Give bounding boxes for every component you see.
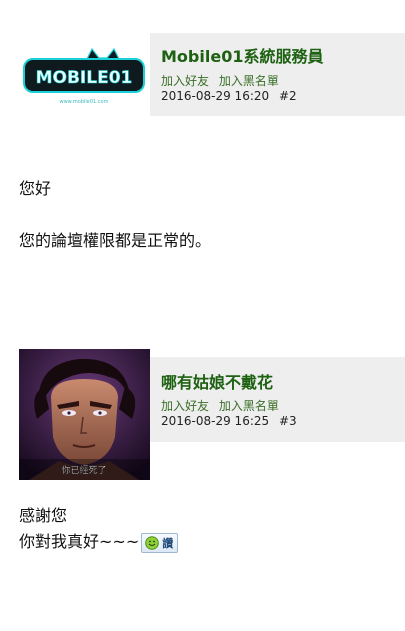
post-datetime: 2016-08-29 16:20: [161, 89, 270, 103]
svg-text:MOBILE01: MOBILE01: [36, 68, 133, 88]
add-blacklist-link[interactable]: 加入黑名單: [219, 74, 279, 88]
post-text-line: 感謝您: [19, 506, 68, 525]
add-blacklist-link[interactable]: 加入黑名單: [219, 399, 279, 413]
avatar-caption: 你已經死了: [61, 464, 106, 476]
username[interactable]: Mobile01系統服務員: [161, 43, 323, 67]
add-friend-link[interactable]: 加入好友: [161, 74, 209, 88]
avatar[interactable]: 你已經死了: [19, 349, 150, 480]
avatar[interactable]: MOBILE01 www.mobile01.com: [19, 33, 150, 116]
post-body: 您好 您的論壇權限都是正常的。: [19, 176, 389, 254]
username[interactable]: 哪有姑娘不戴花: [161, 369, 273, 393]
mobile01-logo: MOBILE01 www.mobile01.com: [19, 33, 150, 116]
user-actions: 加入好友 加入黑名單: [161, 397, 285, 414]
post-number-link[interactable]: #3: [279, 414, 297, 428]
post-header: MOBILE01 www.mobile01.com Mobile01系統服務員 …: [19, 33, 405, 116]
post-text: 你對我真好~~~: [19, 532, 140, 551]
user-actions: 加入好友 加入黑名單: [161, 72, 285, 89]
post-number-link[interactable]: #2: [279, 89, 297, 103]
user-info-box: Mobile01系統服務員 加入好友 加入黑名單 2016-08-29 16:2…: [150, 33, 405, 116]
post-text-line: 您好: [19, 179, 52, 198]
post-datetime: 2016-08-29 16:25: [161, 414, 270, 428]
post-meta: 2016-08-29 16:25 #3: [161, 414, 297, 428]
post-meta: 2016-08-29 16:20 #2: [161, 89, 297, 103]
post-body: 感謝您 你對我真好~~~ 讚: [19, 503, 389, 555]
logo-url: www.mobile01.com: [60, 99, 109, 105]
smile-icon: [145, 535, 160, 550]
post-text-line-with-like: 你對我真好~~~ 讚: [19, 529, 389, 555]
anime-character-avatar: 你已經死了: [19, 349, 150, 480]
user-info-box: 哪有姑娘不戴花 加入好友 加入黑名單 2016-08-29 16:25 #3: [150, 357, 405, 442]
like-button[interactable]: 讚: [141, 532, 179, 553]
post-header: 你已經死了 哪有姑娘不戴花 加入好友 加入黑名單 2016-08-29 16:2…: [19, 349, 405, 480]
add-friend-link[interactable]: 加入好友: [161, 399, 209, 413]
like-label: 讚: [162, 536, 174, 550]
post-text-line: 您的論壇權限都是正常的。: [19, 231, 212, 250]
